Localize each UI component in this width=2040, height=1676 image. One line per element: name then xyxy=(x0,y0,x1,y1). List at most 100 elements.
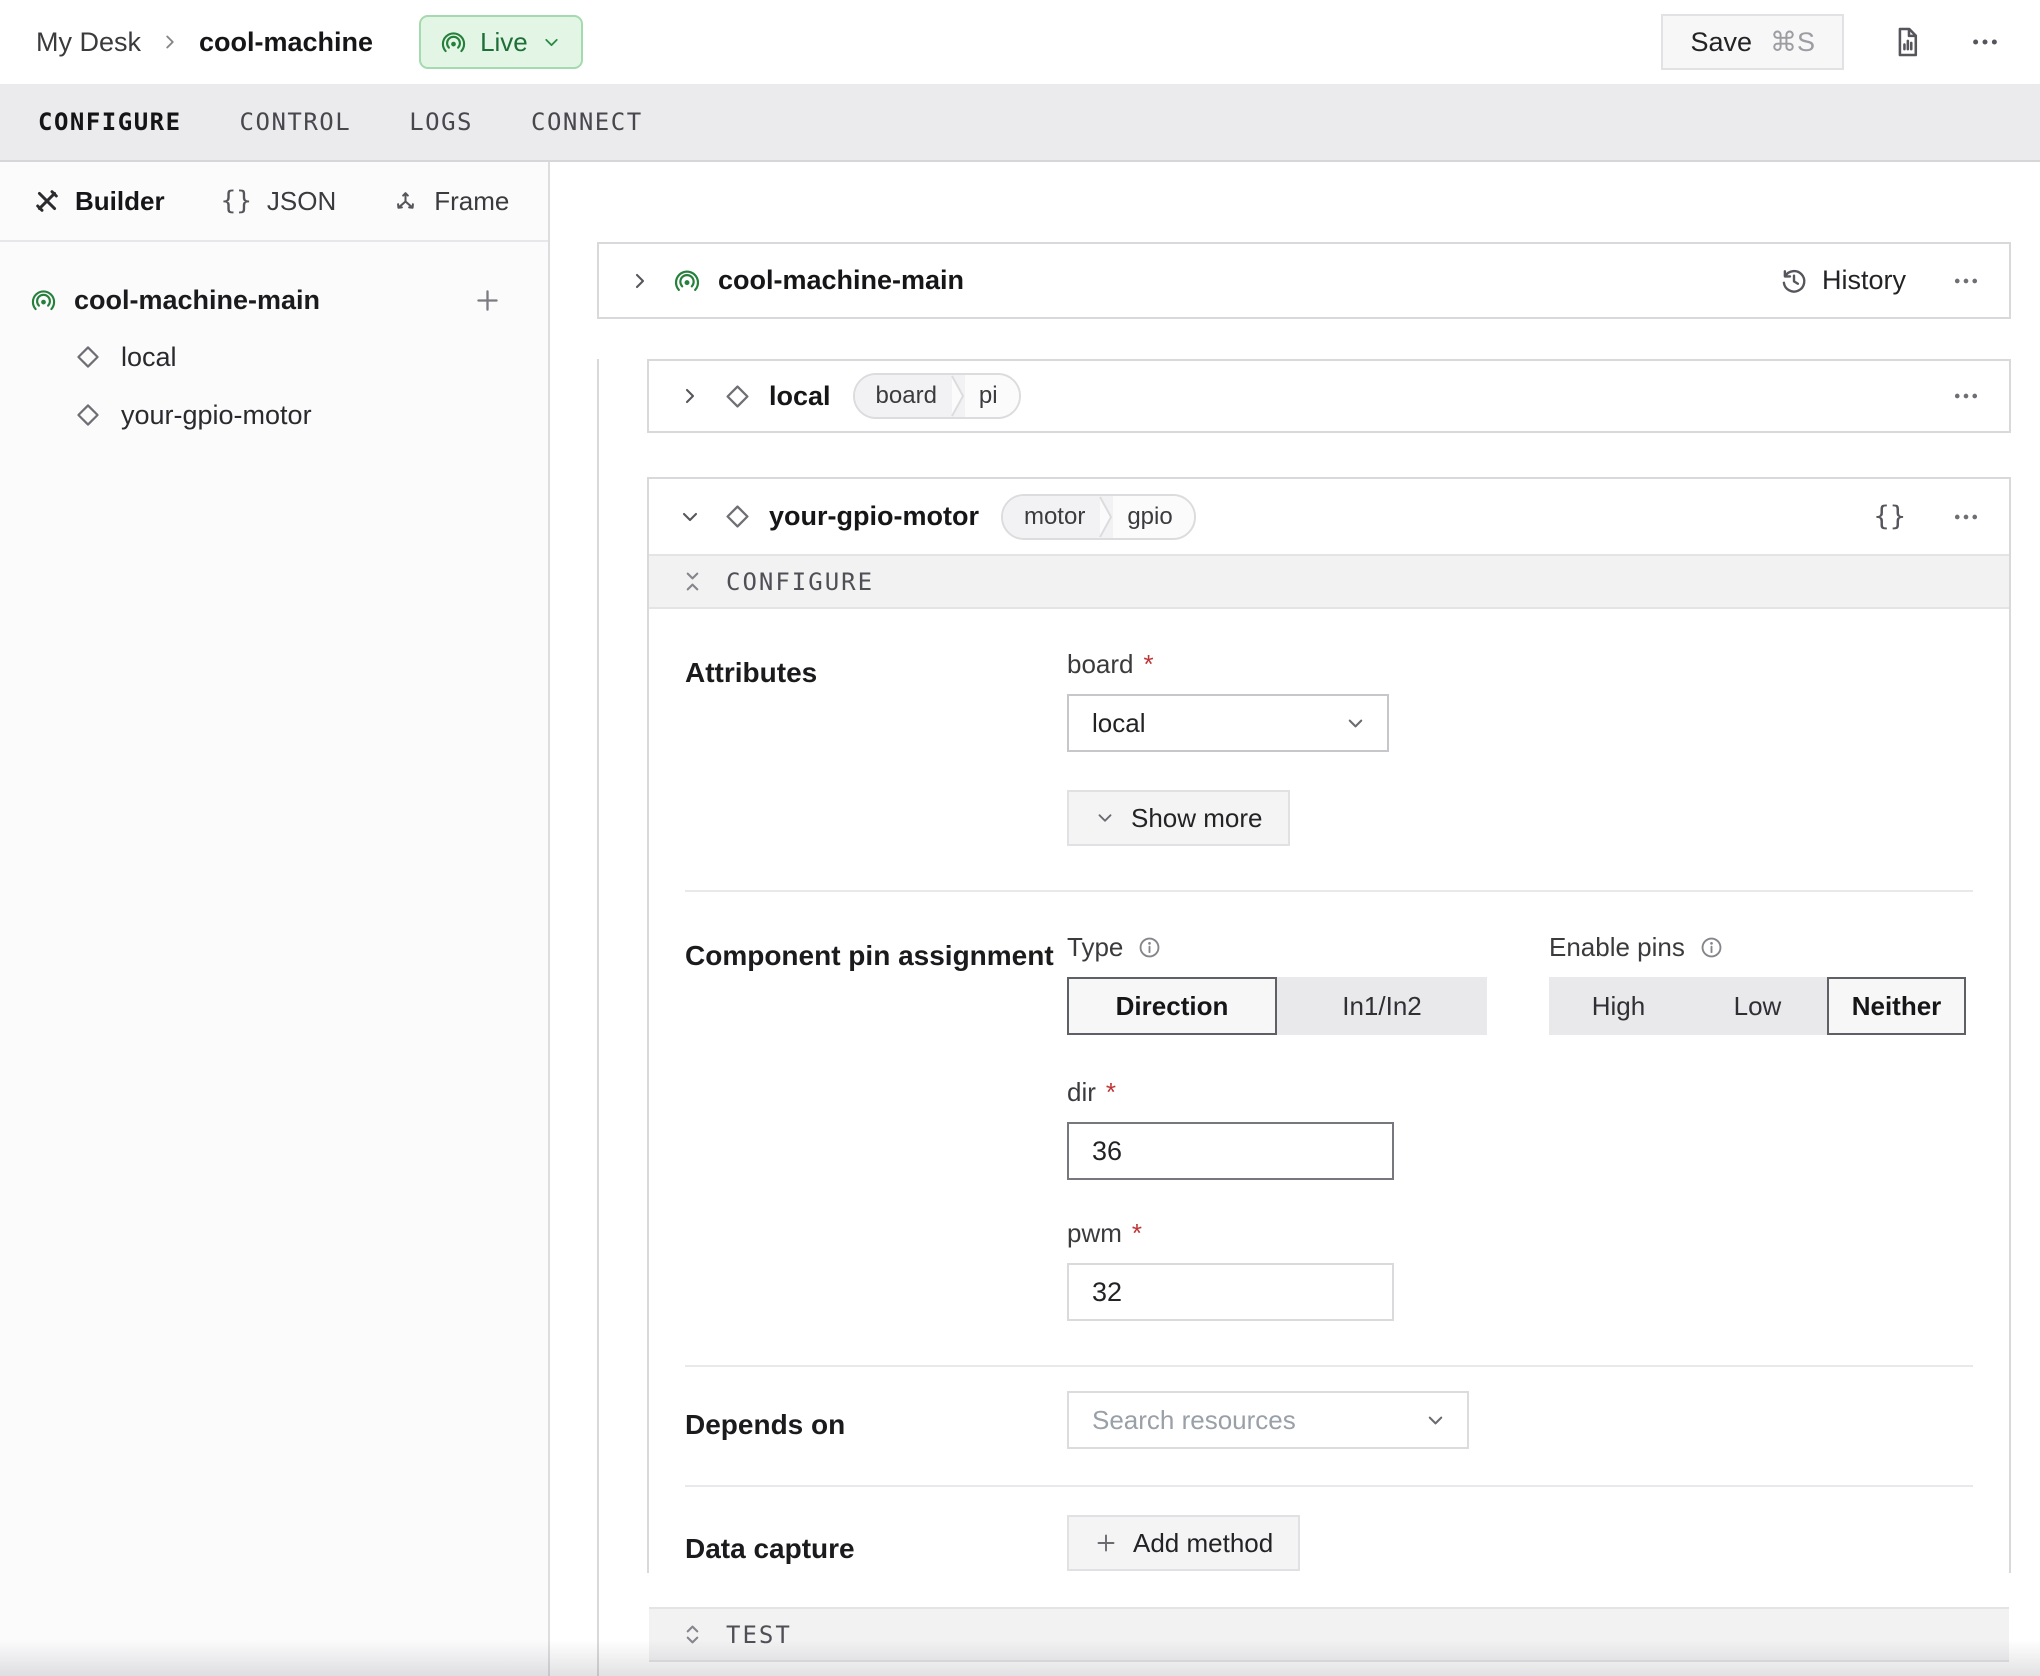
component-diamond-icon xyxy=(723,382,752,411)
tab-logs[interactable]: LOGS xyxy=(409,108,473,136)
dir-label-text: dir xyxy=(1067,1077,1096,1108)
enable-pins-segmented-control: High Low Neither xyxy=(1549,977,1966,1035)
resource-type-tag: board pi xyxy=(853,373,1021,419)
view-builder[interactable]: Builder xyxy=(34,186,165,217)
view-frame-label: Frame xyxy=(434,186,509,217)
info-icon[interactable] xyxy=(1137,935,1162,960)
chevron-down-icon xyxy=(541,32,562,53)
gpio-motor-header[interactable]: your-gpio-motor motor gpio {} xyxy=(649,479,2009,554)
show-more-button[interactable]: Show more xyxy=(1067,790,1290,846)
breadcrumb-parent-link[interactable]: My Desk xyxy=(36,27,141,58)
gpio-motor-form: Attributes board * local xyxy=(649,609,2009,1607)
pin-assignment-section: Component pin assignment Type xyxy=(685,892,1973,1367)
local-board-card[interactable]: local board pi xyxy=(647,359,2011,433)
type-option-in1in2[interactable]: In1/In2 xyxy=(1277,977,1487,1035)
tree-item-machine-part[interactable]: cool-machine-main xyxy=(0,272,548,328)
enable-pins-field: Enable pins High Low xyxy=(1549,932,1966,1035)
board-field-label: board * xyxy=(1067,649,1973,680)
tab-connect[interactable]: CONNECT xyxy=(531,108,643,136)
tree-item-local[interactable]: local xyxy=(0,328,548,386)
tag-divider-icon xyxy=(951,375,965,417)
edit-json-icon[interactable]: {} xyxy=(1873,501,1906,532)
enable-pins-option-low[interactable]: Low xyxy=(1688,977,1827,1035)
more-options-icon[interactable] xyxy=(1952,267,1980,295)
board-select-value: local xyxy=(1092,708,1145,739)
type-label-text: Type xyxy=(1067,932,1123,963)
save-label: Save xyxy=(1690,27,1752,58)
machine-status-dropdown[interactable]: Live xyxy=(419,15,583,69)
top-bar: My Desk cool-machine Live Save ⌘S xyxy=(0,0,2040,84)
more-options-icon[interactable] xyxy=(1952,382,1980,410)
test-section-header[interactable]: TEST xyxy=(649,1607,2009,1662)
configure-section-header[interactable]: CONFIGURE xyxy=(649,554,2009,609)
axes-icon xyxy=(392,188,419,215)
chevron-down-icon xyxy=(1424,1409,1447,1432)
info-icon[interactable] xyxy=(1699,935,1724,960)
enable-pins-option-high[interactable]: High xyxy=(1549,977,1688,1035)
component-diamond-icon xyxy=(74,343,102,371)
tag-type: motor xyxy=(1003,496,1099,538)
tab-configure[interactable]: CONFIGURE xyxy=(38,108,182,136)
tree-child-label: your-gpio-motor xyxy=(121,400,312,431)
add-method-button[interactable]: Add method xyxy=(1067,1515,1300,1571)
machine-tab-bar: CONFIGURE CONTROL LOGS CONNECT xyxy=(0,84,2040,162)
gpio-motor-card: your-gpio-motor motor gpio {} xyxy=(647,477,2011,1573)
braces-icon: {} xyxy=(221,186,252,216)
add-resource-icon[interactable] xyxy=(473,286,502,315)
resource-group: local board pi xyxy=(597,359,2011,1676)
top-bar-actions: Save ⌘S xyxy=(1661,14,2000,70)
depends-on-label: Depends on xyxy=(685,1391,1067,1449)
expand-icon[interactable] xyxy=(680,1622,705,1647)
depends-on-select[interactable]: Search resources xyxy=(1067,1391,1469,1449)
view-frame[interactable]: Frame xyxy=(392,186,509,217)
more-options-icon[interactable] xyxy=(1952,503,1980,531)
chevron-right-icon[interactable] xyxy=(628,269,652,293)
save-button[interactable]: Save ⌘S xyxy=(1661,14,1844,70)
depends-on-placeholder: Search resources xyxy=(1092,1405,1296,1436)
add-method-label: Add method xyxy=(1133,1528,1273,1559)
tag-model: pi xyxy=(965,375,1019,417)
machine-part-card[interactable]: cool-machine-main History xyxy=(597,242,2011,319)
tools-icon xyxy=(34,188,60,214)
machine-status-label: Live xyxy=(480,27,528,58)
chevron-down-icon xyxy=(1094,807,1116,829)
dir-input[interactable]: 36 xyxy=(1067,1122,1394,1180)
view-builder-label: Builder xyxy=(75,186,165,217)
resource-tree: cool-machine-main local your-gpio-motor xyxy=(0,242,548,444)
resource-type-tag: motor gpio xyxy=(1001,494,1196,540)
enable-pins-option-neither[interactable]: Neither xyxy=(1827,977,1966,1035)
pwm-label-text: pwm xyxy=(1067,1218,1122,1249)
required-asterisk: * xyxy=(1144,649,1154,680)
tree-item-your-gpio-motor[interactable]: your-gpio-motor xyxy=(0,386,548,444)
history-label: History xyxy=(1822,265,1906,296)
more-options-icon[interactable] xyxy=(1970,27,2000,57)
chevron-down-icon[interactable] xyxy=(678,505,702,529)
history-button[interactable]: History xyxy=(1779,265,1906,296)
show-more-label: Show more xyxy=(1131,803,1263,834)
chevron-down-icon xyxy=(1344,712,1367,735)
chevron-right-icon[interactable] xyxy=(678,384,702,408)
plus-icon xyxy=(1094,1531,1118,1555)
component-diamond-icon xyxy=(74,401,102,429)
collapse-icon[interactable] xyxy=(680,569,705,594)
type-option-direction[interactable]: Direction xyxy=(1067,977,1277,1035)
dir-input-value: 36 xyxy=(1092,1136,1122,1167)
view-json[interactable]: {} JSON xyxy=(221,186,337,217)
attributes-section: Attributes board * local xyxy=(685,609,1973,892)
breadcrumb-chevron-icon xyxy=(159,31,181,53)
tag-divider-icon xyxy=(1099,496,1113,538)
component-diamond-icon xyxy=(723,502,752,531)
board-select[interactable]: local xyxy=(1067,694,1389,752)
broadcast-icon xyxy=(30,287,57,314)
pwm-input[interactable]: 32 xyxy=(1067,1263,1394,1321)
required-asterisk: * xyxy=(1106,1077,1116,1108)
tree-root-label: cool-machine-main xyxy=(74,285,320,316)
type-field: Type Direction In1/In2 xyxy=(1067,932,1487,1035)
save-shortcut: ⌘S xyxy=(1770,27,1815,58)
board-label-text: board xyxy=(1067,649,1134,680)
tab-control[interactable]: CONTROL xyxy=(240,108,352,136)
data-capture-section: Data capture Add method xyxy=(685,1487,1973,1607)
local-card-title: local xyxy=(769,381,831,412)
test-section-label: TEST xyxy=(726,1621,792,1649)
machine-report-icon[interactable] xyxy=(1890,25,1924,59)
